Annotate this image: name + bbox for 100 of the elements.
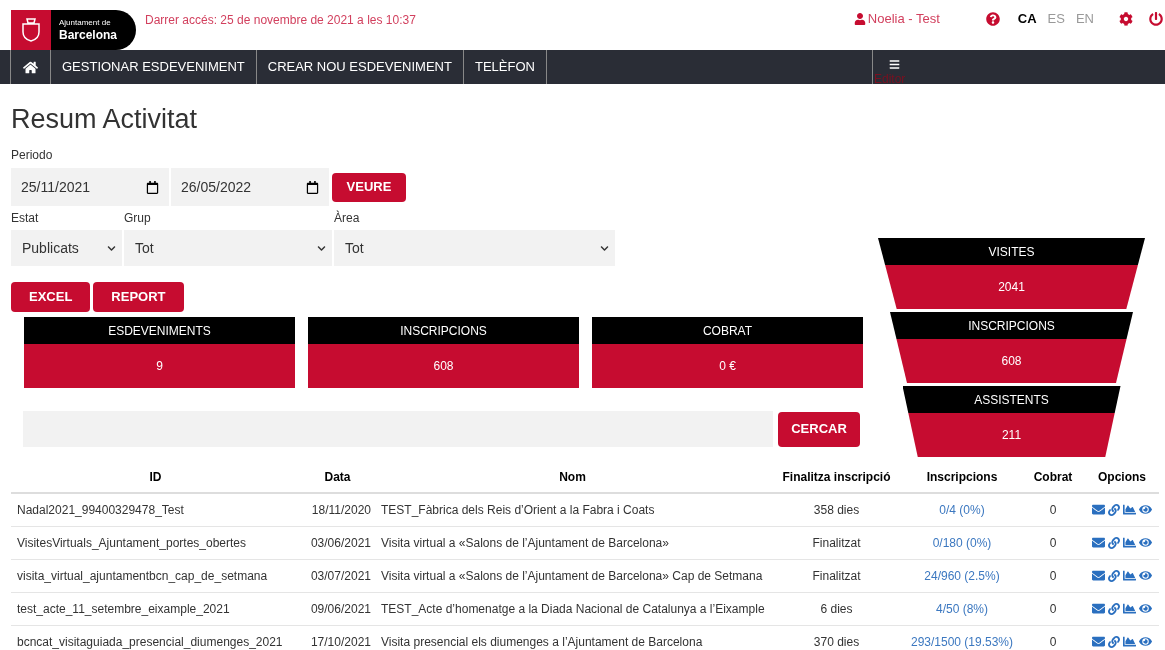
field-label: Estat [11, 210, 40, 226]
role-text: Editor [874, 71, 906, 88]
table-cell: 4/50 (8%) [903, 592, 1021, 625]
table-cell: 03/07/2021 [300, 559, 375, 592]
power-icon[interactable] [1149, 11, 1163, 26]
table-cell: TEST_Fàbrica dels Reis d’Orient a la Fabra i Coats [375, 493, 770, 526]
action-button[interactable]: VEURE [332, 172, 406, 202]
table-cell: 03/06/2021 [300, 526, 375, 559]
nav-link[interactable]: CREAR NOU ESDEVENIMENT [256, 50, 464, 84]
envelope-icon[interactable] [1092, 569, 1105, 582]
stat-value: 9 [156, 358, 163, 375]
nav-link[interactable]: TELÈFON [463, 50, 547, 84]
table-cell: 293/1500 (19.53%) [903, 625, 1021, 650]
user-icon [853, 12, 866, 25]
table-cell: Finalitzat [770, 559, 903, 592]
table-cell: 0/4 (0%) [903, 493, 1021, 526]
eye-icon[interactable] [1139, 536, 1152, 549]
column-header: Nom [375, 462, 770, 493]
funnel-label: INSCRIPCIONS [968, 317, 1055, 335]
field-label: Àrea [334, 210, 361, 226]
chart-icon[interactable] [1123, 635, 1136, 648]
column-header: ID [11, 462, 300, 493]
table-cell: Nadal2021_99400329478_Test [11, 493, 300, 526]
eye-icon[interactable] [1139, 569, 1152, 582]
chart-icon[interactable] [1123, 503, 1136, 517]
user-link[interactable]: Noelia - Test [853, 9, 940, 29]
stat-label: COBRAT [702, 322, 753, 340]
stat-value: 0 € [719, 358, 736, 375]
eye-icon[interactable] [1139, 503, 1152, 517]
column-header: Opcions [1085, 462, 1159, 493]
field-label: Periodo [11, 147, 54, 164]
chart-icon[interactable] [1123, 569, 1136, 582]
last-access-text: Darrer accés: 25 de novembre de 2021 a les 10:37 [145, 12, 416, 29]
link-icon[interactable] [1108, 569, 1120, 582]
table-cell: 0 [1021, 625, 1085, 650]
stat-label: ESDEVENIMENTS [108, 322, 211, 340]
help-icon[interactable] [985, 11, 1000, 26]
stat-value: 608 [433, 358, 454, 375]
funnel-value: 2041 [998, 279, 1025, 296]
eye-icon[interactable] [1139, 602, 1152, 615]
field-label: Grup [124, 210, 152, 226]
table-cell: 0 [1021, 559, 1085, 592]
calendar-icon [146, 180, 159, 194]
action-button[interactable]: REPORT [93, 282, 184, 312]
logo-text: Barcelona [59, 29, 118, 41]
logo-text: Ajuntament de [59, 19, 112, 27]
table-cell: Visita virtual a «Salons de l’Ajuntament de Barcelona» Cap de Setmana [375, 559, 770, 592]
funnel-label: ASSISTENTS [974, 391, 1049, 409]
action-button[interactable]: CERCAR [778, 411, 860, 447]
table-cell: bcncat_visitaguiada_presencial_diumenges_2021 [11, 625, 300, 650]
language-link[interactable]: CA [1017, 9, 1037, 29]
table-cell: 24/960 (2.5%) [903, 559, 1021, 592]
table-cell: Visita virtual a «Salons de l’Ajuntament de Barcelona» [375, 526, 770, 559]
envelope-icon[interactable] [1092, 503, 1105, 517]
date-field[interactable]: 25/11/2021 [11, 168, 169, 206]
page-title: Resum Activitat [11, 103, 199, 136]
chevron-icon [317, 243, 326, 253]
home-icon [23, 59, 38, 75]
table-cell: visita_virtual_ajuntamentbcn_cap_de_setmana [11, 559, 300, 592]
link-icon[interactable] [1108, 503, 1120, 516]
table-cell: 18/11/2020 [300, 493, 375, 526]
column-header: Data [300, 462, 375, 493]
envelope-icon[interactable] [1092, 602, 1105, 615]
shield-icon [21, 18, 41, 42]
chart-icon[interactable] [1123, 602, 1136, 615]
envelope-icon[interactable] [1092, 635, 1105, 648]
select-field[interactable]: Tot [334, 230, 615, 266]
nav-link[interactable]: GESTIONAR ESDEVENIMENT [51, 50, 257, 84]
eye-icon[interactable] [1139, 635, 1152, 648]
calendar-icon [306, 180, 319, 194]
table-cell: 0 [1021, 592, 1085, 625]
table-cell: Visita presencial els diumenges a l’Ajuntament de Barcelona [375, 625, 770, 650]
funnel-value: 608 [1001, 353, 1022, 370]
column-header: Cobrat [1021, 462, 1085, 493]
link-icon[interactable] [1108, 635, 1120, 648]
table-cell: 09/06/2021 [300, 592, 375, 625]
column-header: Inscripcions [903, 462, 1021, 493]
link-icon[interactable] [1108, 602, 1120, 615]
date-field[interactable]: 26/05/2022 [171, 168, 329, 206]
table-cell: 17/10/2021 [300, 625, 375, 650]
table-cell: 0 [1021, 526, 1085, 559]
table-cell: 6 dies [770, 592, 903, 625]
table-cell: test_acte_11_setembre_eixample_2021 [11, 592, 300, 625]
table-cell: 370 dies [770, 625, 903, 650]
select-field[interactable]: Publicats [11, 230, 122, 266]
menu-icon [888, 59, 900, 70]
select-field[interactable]: Tot [124, 230, 332, 266]
table-cell: TEST_Acte d’homenatge a la Diada Nacional de Catalunya a l’Eixample [375, 592, 770, 625]
settings-icon[interactable] [1119, 11, 1133, 26]
funnel-value: 211 [1001, 427, 1022, 444]
table-cell: VisitesVirtuals_Ajuntament_portes_obertes [11, 526, 300, 559]
table-cell: 0/180 (0%) [903, 526, 1021, 559]
table-cell: 0 [1021, 493, 1085, 526]
funnel-label: VISITES [988, 243, 1035, 261]
chart-icon[interactable] [1123, 536, 1136, 549]
envelope-icon[interactable] [1092, 536, 1105, 549]
action-button[interactable]: EXCEL [11, 282, 91, 312]
chevron-icon [107, 243, 116, 253]
city-logo[interactable]: Ajuntament de Barcelona [11, 10, 136, 50]
link-icon[interactable] [1108, 536, 1120, 549]
